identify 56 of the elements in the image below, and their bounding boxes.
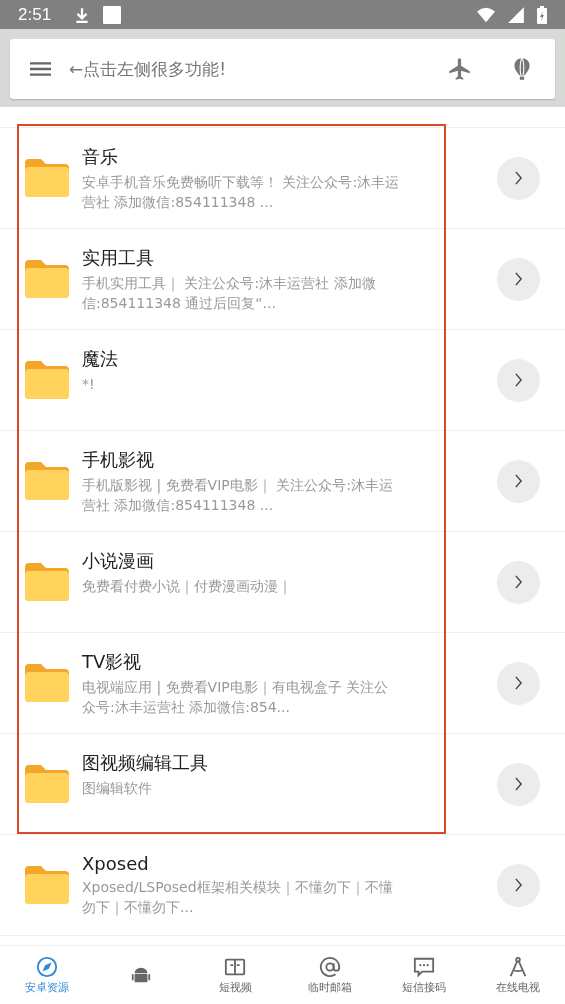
chevron-right-icon <box>514 474 523 488</box>
open-button[interactable] <box>497 257 540 301</box>
folder-icon <box>25 763 69 805</box>
airplane-icon[interactable] <box>447 56 473 82</box>
open-button[interactable] <box>497 459 540 503</box>
chevron-right-icon <box>514 272 523 286</box>
search-field[interactable]: ←点击左侧很多功能! <box>67 58 411 80</box>
at-sign-icon <box>318 955 341 978</box>
chevron-right-icon <box>514 171 523 185</box>
menu-icon[interactable] <box>30 61 51 77</box>
item-title: TV影视 <box>82 649 143 674</box>
open-button[interactable] <box>497 156 540 200</box>
nav-tab[interactable]: 短视频 <box>188 946 283 1004</box>
chevron-right-icon <box>514 575 523 589</box>
nav-tab[interactable]: 短信接码 <box>376 946 471 1004</box>
item-description: 电视端应用 | 免费看VIP电影｜有电视盒子 关注公众号:沐丰运营社 添加微信:854... <box>82 677 390 717</box>
item-description: 安卓手机音乐免费畅听下载等！ 关注公众号:沐丰运营社 添加微信:854111348 ... <box>82 172 401 212</box>
open-button[interactable] <box>497 863 540 907</box>
chevron-right-icon <box>514 777 523 791</box>
chevron-right-icon <box>514 878 523 892</box>
status-time: 2:51 <box>18 4 52 25</box>
item-title: 魔法 <box>82 346 119 371</box>
signal-icon <box>507 5 525 24</box>
folder-icon <box>25 460 69 502</box>
folder-icon <box>25 864 69 906</box>
folder-icon <box>25 258 69 300</box>
nav-tab[interactable]: 临时邮箱 <box>282 946 377 1004</box>
folder-icon <box>25 561 69 603</box>
folder-icon <box>25 359 69 401</box>
folder-icon <box>25 157 69 199</box>
item-description: 免费看付费小说｜付费漫画动漫｜ <box>82 576 293 597</box>
item-description: Xposed/LSPosed框架相关模块｜不懂勿下｜不懂勿下｜不懂勿下... <box>82 878 394 917</box>
chevron-right-icon <box>514 676 523 690</box>
item-description: 图编辑软件 <box>82 778 153 798</box>
item-description: 手机版影视 | 免费看VIP电影｜ 关注公众号:沐丰运营社 添加微信:854111348 ... <box>82 475 394 515</box>
item-title: Xposed <box>82 853 150 874</box>
chevron-right-icon <box>514 373 523 387</box>
nav-tab[interactable]: 安卓资源 <box>0 946 95 1004</box>
item-description: 手机实用工具｜ 关注公众号:沐丰运营社 添加微信:854111348 通过后回复“... <box>82 273 377 313</box>
open-button[interactable] <box>497 358 540 402</box>
item-title: 图视频编辑工具 <box>82 750 209 775</box>
battery-icon <box>537 5 547 24</box>
item-title: 手机影视 <box>82 447 155 472</box>
open-button[interactable] <box>497 560 540 604</box>
item-title: 小说漫画 <box>82 548 155 573</box>
nav-tab[interactable]: 在线电视 <box>470 946 565 1004</box>
wifi-icon <box>477 5 495 24</box>
item-title: 音乐 <box>82 144 119 169</box>
message-icon <box>412 955 435 978</box>
open-button[interactable] <box>497 762 540 806</box>
item-title: 实用工具 <box>82 245 155 270</box>
folder-icon <box>25 662 69 704</box>
square-icon <box>103 5 122 24</box>
open-button[interactable] <box>497 661 540 705</box>
compass-icon <box>36 955 59 978</box>
item-description: *! <box>82 374 96 394</box>
